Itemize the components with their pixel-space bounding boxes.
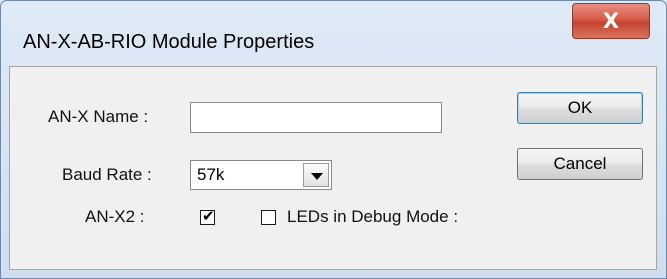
debug-mode-checkbox[interactable] bbox=[261, 210, 276, 225]
close-button[interactable]: X bbox=[572, 3, 650, 39]
dialog-client-area: AN-X Name : Baud Rate : 57k AN-X2 : ✔ LE… bbox=[9, 66, 657, 270]
ok-button[interactable]: OK bbox=[517, 92, 643, 124]
dialog-title: AN-X-AB-RIO Module Properties bbox=[23, 31, 315, 53]
close-icon: X bbox=[602, 9, 620, 33]
debug-mode-label: LEDs in Debug Mode : bbox=[287, 207, 459, 226]
chevron-down-icon bbox=[311, 173, 323, 180]
anx2-label: AN-X2 : bbox=[85, 207, 145, 226]
baud-rate-label: Baud Rate : bbox=[62, 165, 152, 184]
dialog-window: AN-X-AB-RIO Module Properties X AN-X Nam… bbox=[0, 0, 667, 279]
baud-rate-dropdown-button[interactable] bbox=[303, 163, 329, 187]
anx-name-label: AN-X Name : bbox=[48, 107, 149, 126]
checkmark-icon: ✔ bbox=[202, 207, 215, 225]
cancel-button[interactable]: Cancel bbox=[517, 148, 643, 180]
baud-rate-select[interactable]: 57k bbox=[190, 160, 332, 190]
baud-rate-value: 57k bbox=[197, 165, 225, 184]
anx-name-input[interactable] bbox=[190, 102, 442, 133]
anx2-checkbox[interactable]: ✔ bbox=[200, 207, 215, 225]
